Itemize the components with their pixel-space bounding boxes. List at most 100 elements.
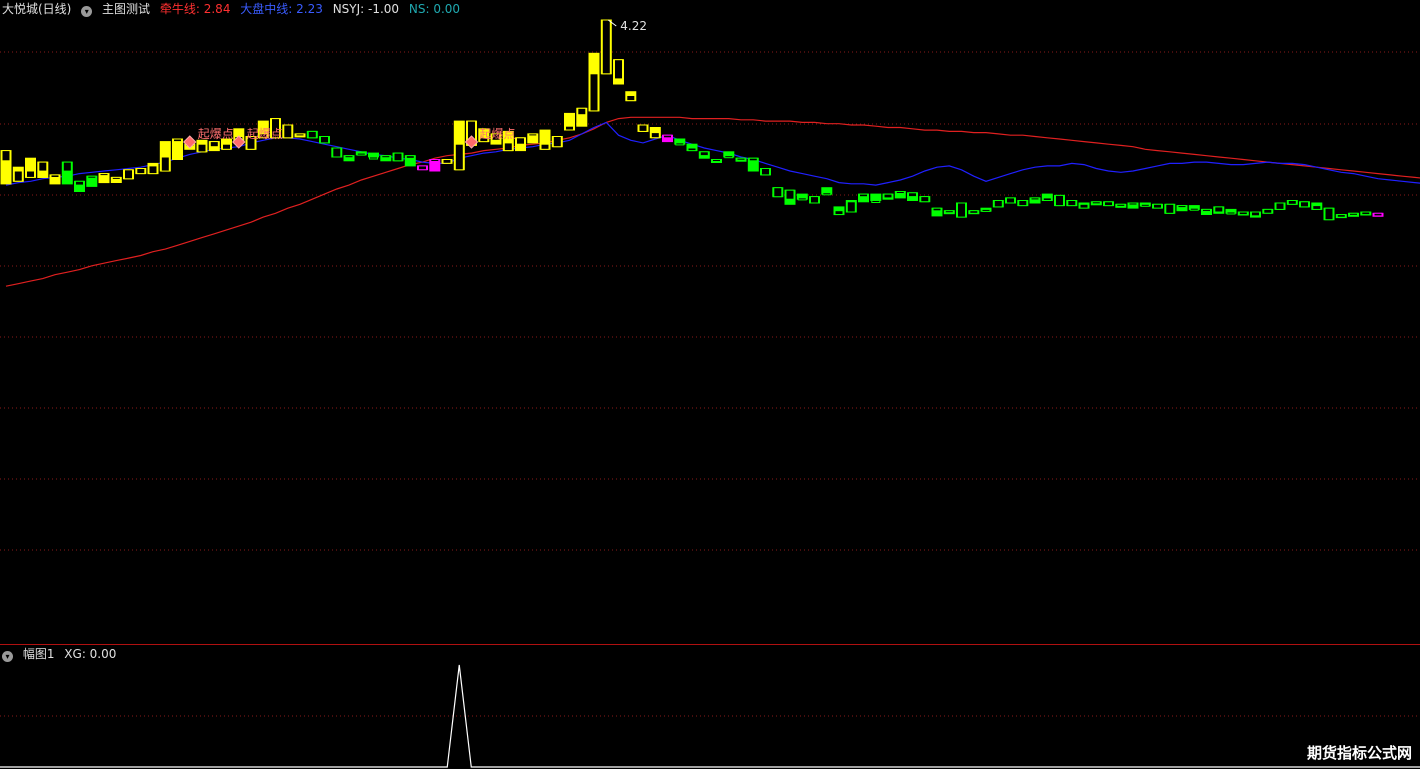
candle-body — [785, 189, 795, 200]
candle-body — [1055, 194, 1064, 207]
candle-body — [381, 155, 391, 159]
xg-chart[interactable] — [0, 645, 1420, 769]
candle-body — [638, 124, 648, 132]
candle-body — [1324, 207, 1334, 221]
peak-label: 4.22 — [620, 19, 647, 33]
candle-body — [1165, 203, 1175, 214]
candle-body — [13, 170, 23, 182]
candle-body — [430, 159, 440, 162]
candle-body — [834, 210, 844, 215]
candle-body — [38, 161, 48, 172]
candle-body — [932, 207, 942, 212]
candle-body — [307, 130, 317, 139]
sub-panel-title[interactable]: 幅图1 — [23, 647, 55, 661]
candle-body — [675, 142, 685, 146]
candle-body — [222, 143, 231, 150]
candle-body — [1006, 197, 1015, 204]
candle-body — [356, 152, 366, 156]
candle-body — [993, 200, 1003, 208]
nsyj-label: NSYJ: -1.00 — [332, 2, 400, 16]
candle-body — [1140, 203, 1150, 207]
candle-body — [62, 161, 72, 172]
candle-body — [26, 170, 35, 178]
candle-body — [516, 137, 525, 145]
candle-body — [528, 133, 538, 137]
candle-body — [50, 174, 60, 178]
candle-body — [626, 95, 636, 102]
candle-body — [1, 150, 11, 162]
candle-body — [650, 132, 660, 139]
candle-body — [748, 157, 758, 162]
candle-body — [320, 136, 329, 144]
candle-body — [712, 159, 721, 162]
candle-body — [614, 59, 623, 80]
candle-body — [197, 143, 207, 153]
candle-body — [822, 192, 832, 196]
candle-body — [124, 169, 133, 180]
candle-body — [944, 210, 954, 214]
candle-body — [1202, 208, 1211, 212]
candle-body — [724, 155, 734, 159]
candle-body — [1116, 203, 1126, 207]
candle-body — [687, 147, 697, 152]
candle-body — [442, 159, 452, 164]
candle-body — [846, 201, 856, 213]
candle-body — [454, 143, 464, 171]
candle-body — [1214, 206, 1224, 213]
candle-body — [418, 165, 427, 171]
red-line-label: 牵牛线: 2.84 — [159, 2, 231, 16]
candle-body — [160, 156, 170, 172]
candle-body — [981, 208, 991, 212]
candle-body — [1226, 211, 1236, 215]
candle-body — [148, 165, 158, 175]
candle-body — [699, 151, 709, 157]
candle-body — [1251, 211, 1260, 217]
candle-body — [332, 147, 342, 158]
candle — [368, 152, 379, 158]
indicator-name[interactable]: 主图测试 — [102, 2, 150, 16]
dropdown-icon[interactable] — [81, 6, 93, 17]
sub-header: 幅图1 XG: 0.00 — [2, 646, 122, 662]
candle-body — [1349, 212, 1358, 216]
signal-label: 起爆点 — [247, 127, 283, 141]
candle-body — [895, 191, 905, 194]
candle-body — [1263, 208, 1273, 214]
candle-body — [87, 175, 97, 179]
signal-label: 起爆点 — [480, 127, 516, 141]
dropdown-icon[interactable] — [2, 651, 13, 662]
candle-body — [1361, 211, 1371, 216]
blue-line-label: 大盘中线: 2.23 — [240, 2, 323, 16]
ns-label: NS: 0.00 — [408, 2, 461, 16]
candle-body — [969, 210, 979, 214]
candle-body — [957, 202, 966, 218]
candle-body — [283, 124, 293, 139]
sub-chart-panel[interactable] — [0, 645, 1420, 769]
candle-body — [99, 173, 109, 177]
candle-body — [1312, 205, 1322, 210]
candle-body — [1153, 203, 1162, 209]
candle-body — [405, 155, 415, 159]
candle-body — [1336, 214, 1346, 218]
candle-body — [1275, 202, 1285, 210]
series-line-blue — [5, 121, 1420, 186]
candle-body — [1177, 205, 1187, 209]
candle-body — [1079, 203, 1089, 209]
candle-body — [589, 73, 599, 112]
candle-body — [761, 168, 770, 176]
xg-label: XG: 0.00 — [64, 647, 117, 661]
candle-body — [503, 142, 513, 152]
candle-body — [920, 196, 930, 203]
candle-body — [1189, 207, 1199, 211]
main-chart-panel[interactable]: 起爆点 起爆点 起爆点 4.22 — [0, 0, 1420, 644]
candle-body — [1128, 202, 1138, 206]
candle-body — [1373, 212, 1383, 217]
candle-body — [1018, 200, 1028, 207]
candle-body — [344, 155, 354, 159]
candle-body — [393, 152, 403, 162]
xg-line — [0, 664, 1420, 768]
main-header: 大悦城(日线) 主图测试 牵牛线: 2.84 大盘中线: 2.23 NSYJ: … — [2, 1, 466, 17]
candlestick-chart[interactable]: 起爆点 起爆点 起爆点4.22 — [0, 0, 1420, 644]
candle-body — [1238, 211, 1248, 216]
candle-body — [111, 176, 121, 180]
candle-body — [736, 157, 746, 161]
